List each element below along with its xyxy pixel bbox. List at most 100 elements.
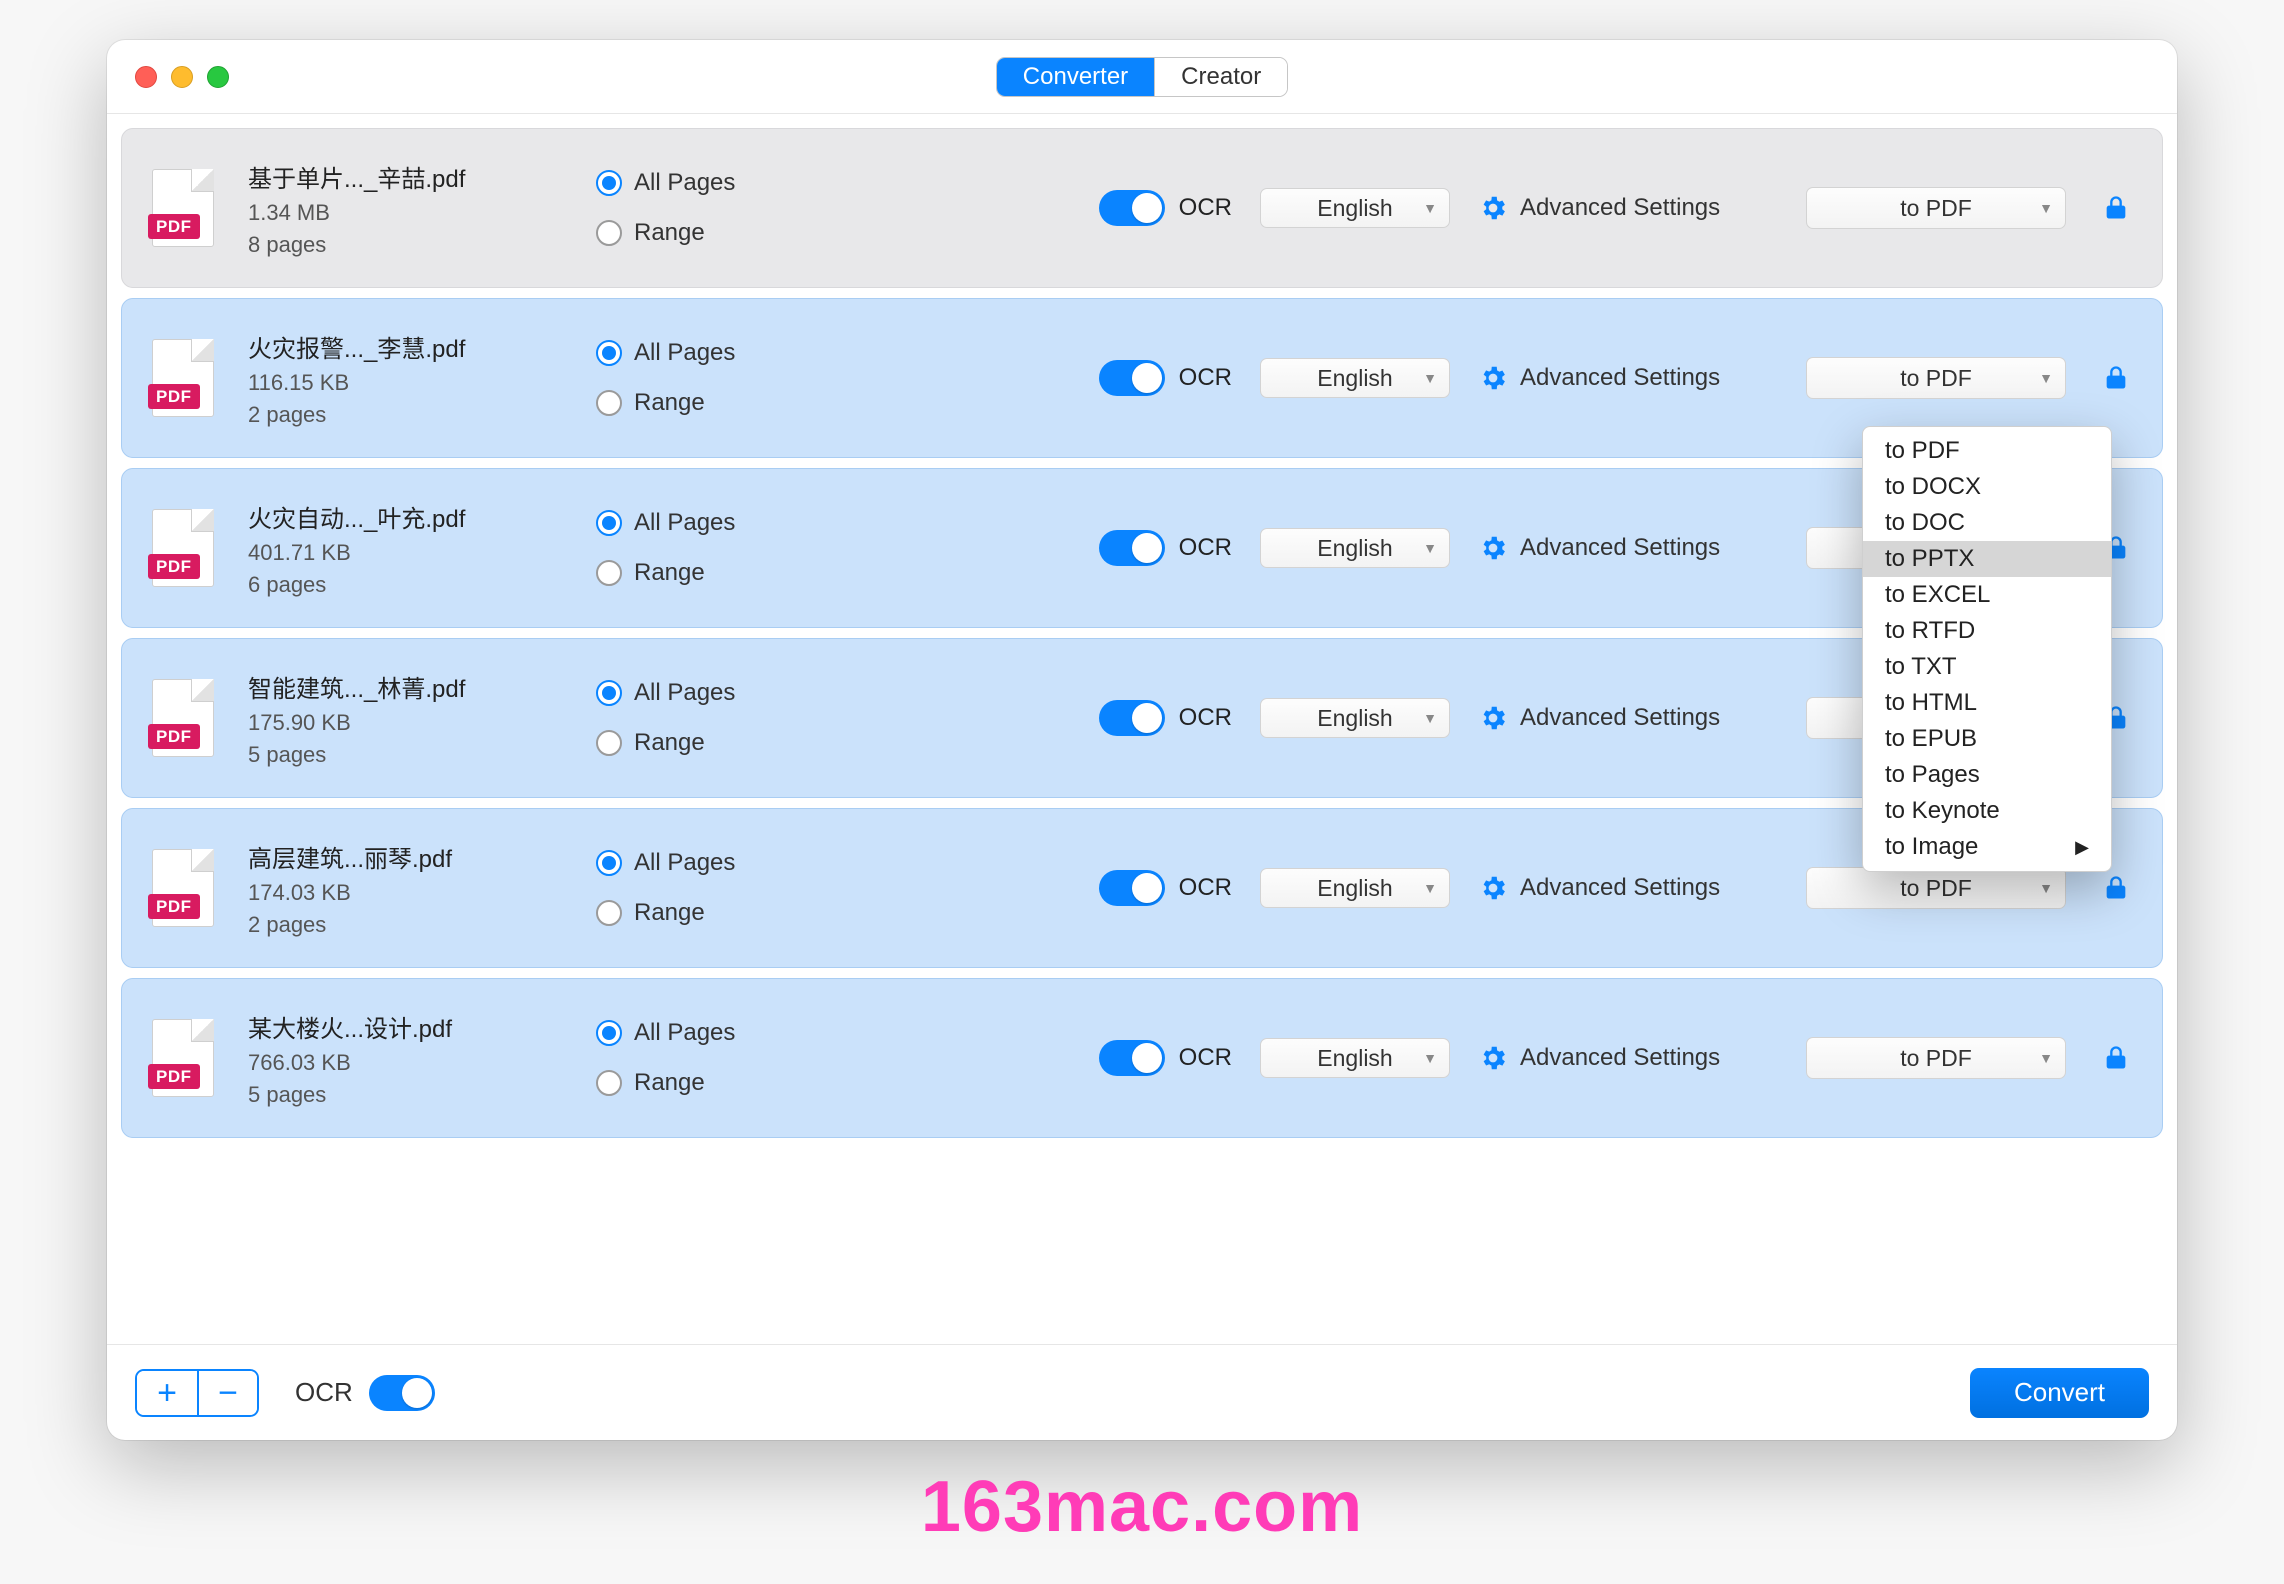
radio-range-label: Range xyxy=(634,559,705,587)
radio-all-pages-label: All Pages xyxy=(634,1019,735,1047)
radio-range[interactable]: Range xyxy=(596,389,826,417)
ocr-label: OCR xyxy=(1179,194,1232,222)
file-meta: 基于单片..._辛喆.pdf 1.34 MB 8 pages xyxy=(248,159,568,258)
format-menu-item[interactable]: to PPTX xyxy=(1863,541,2111,577)
format-menu-item[interactable]: to EPUB xyxy=(1863,721,2111,757)
add-file-button[interactable]: + xyxy=(137,1371,197,1415)
output-format-wrap: to PDF ▼ xyxy=(1806,187,2066,229)
language-select-wrap: English ▼ xyxy=(1260,698,1450,738)
ocr-toggle[interactable] xyxy=(1099,870,1165,906)
radio-range[interactable]: Range xyxy=(596,1069,826,1097)
language-select[interactable]: English ▼ xyxy=(1260,698,1450,738)
file-row[interactable]: PDF 智能建筑..._林菁.pdf 175.90 KB 5 pages All… xyxy=(121,638,2163,798)
advanced-settings[interactable]: Advanced Settings xyxy=(1478,363,1778,393)
file-row[interactable]: PDF 火灾自动..._叶充.pdf 401.71 KB 6 pages All… xyxy=(121,468,2163,628)
advanced-settings[interactable]: Advanced Settings xyxy=(1478,703,1778,733)
tab-converter[interactable]: Converter xyxy=(997,58,1154,96)
output-format-select[interactable]: to PDF ▼ xyxy=(1806,1037,2066,1079)
format-menu-item[interactable]: to Keynote xyxy=(1863,793,2111,829)
remove-file-button[interactable]: − xyxy=(197,1371,257,1415)
radio-all-pages[interactable]: All Pages xyxy=(596,509,826,537)
format-menu-item[interactable]: to DOCX xyxy=(1863,469,2111,505)
footer-ocr-toggle[interactable] xyxy=(369,1375,435,1411)
language-select[interactable]: English ▼ xyxy=(1260,528,1450,568)
chevron-down-icon: ▼ xyxy=(2039,370,2053,386)
ocr-toggle[interactable] xyxy=(1099,530,1165,566)
radio-all-pages[interactable]: All Pages xyxy=(596,679,826,707)
format-menu-item[interactable]: to EXCEL xyxy=(1863,577,2111,613)
chevron-down-icon: ▼ xyxy=(2039,880,2053,896)
file-pages: 5 pages xyxy=(248,742,568,768)
format-menu-item[interactable]: to RTFD xyxy=(1863,613,2111,649)
format-menu-item[interactable]: to Image▶ xyxy=(1863,829,2111,865)
file-name: 高层建筑...丽琴.pdf xyxy=(248,839,568,874)
format-menu-item[interactable]: to PDF xyxy=(1863,433,2111,469)
language-select-wrap: English ▼ xyxy=(1260,188,1450,228)
footer-ocr-label: OCR xyxy=(295,1377,353,1408)
minimize-window-button[interactable] xyxy=(171,66,193,88)
file-size: 175.90 KB xyxy=(248,710,568,736)
language-select[interactable]: English ▼ xyxy=(1260,188,1450,228)
radio-all-pages[interactable]: All Pages xyxy=(596,339,826,367)
file-row[interactable]: PDF 基于单片..._辛喆.pdf 1.34 MB 8 pages All P… xyxy=(121,128,2163,288)
file-type-icon: PDF xyxy=(146,1019,220,1097)
chevron-down-icon: ▼ xyxy=(1423,370,1437,386)
zoom-window-button[interactable] xyxy=(207,66,229,88)
pdf-badge: PDF xyxy=(148,554,200,579)
format-menu-item[interactable]: to DOC xyxy=(1863,505,2111,541)
gear-icon xyxy=(1478,703,1508,733)
file-pages: 6 pages xyxy=(248,572,568,598)
advanced-settings[interactable]: Advanced Settings xyxy=(1478,1043,1778,1073)
advanced-settings[interactable]: Advanced Settings xyxy=(1478,533,1778,563)
file-meta: 某大楼火...设计.pdf 766.03 KB 5 pages xyxy=(248,1009,568,1108)
output-format-wrap: to PDF ▼ xyxy=(1806,867,2066,909)
output-format-select[interactable]: to PDF ▼ xyxy=(1806,357,2066,399)
output-format-select[interactable]: to PDF ▼ xyxy=(1806,187,2066,229)
gear-icon xyxy=(1478,193,1508,223)
lock-icon[interactable] xyxy=(2094,1043,2138,1073)
radio-range[interactable]: Range xyxy=(596,729,826,757)
mode-segmented-control: Converter Creator xyxy=(996,57,1288,97)
language-select[interactable]: English ▼ xyxy=(1260,1038,1450,1078)
page-range-options: All Pages Range xyxy=(596,509,826,587)
output-format-value: to PDF xyxy=(1900,195,1972,222)
radio-range-label: Range xyxy=(634,729,705,757)
convert-button[interactable]: Convert xyxy=(1970,1368,2149,1418)
file-type-icon: PDF xyxy=(146,509,220,587)
page-range-options: All Pages Range xyxy=(596,169,826,247)
file-row[interactable]: PDF 某大楼火...设计.pdf 766.03 KB 5 pages All … xyxy=(121,978,2163,1138)
format-menu-item[interactable]: to HTML xyxy=(1863,685,2111,721)
advanced-settings[interactable]: Advanced Settings xyxy=(1478,873,1778,903)
language-select[interactable]: English ▼ xyxy=(1260,358,1450,398)
ocr-toggle[interactable] xyxy=(1099,360,1165,396)
lock-icon[interactable] xyxy=(2094,363,2138,393)
radio-all-pages[interactable]: All Pages xyxy=(596,849,826,877)
radio-all-pages[interactable]: All Pages xyxy=(596,1019,826,1047)
output-format-select[interactable]: to PDF ▼ xyxy=(1806,867,2066,909)
format-menu-item-label: to Keynote xyxy=(1885,797,2000,825)
ocr-toggle[interactable] xyxy=(1099,700,1165,736)
ocr-toggle[interactable] xyxy=(1099,1040,1165,1076)
close-window-button[interactable] xyxy=(135,66,157,88)
file-pages: 5 pages xyxy=(248,1082,568,1108)
ocr-label: OCR xyxy=(1179,534,1232,562)
format-menu-item[interactable]: to Pages xyxy=(1863,757,2111,793)
file-row[interactable]: PDF 高层建筑...丽琴.pdf 174.03 KB 2 pages All … xyxy=(121,808,2163,968)
lock-icon[interactable] xyxy=(2094,873,2138,903)
file-row[interactable]: PDF 火灾报警..._李慧.pdf 116.15 KB 2 pages All… xyxy=(121,298,2163,458)
format-menu-item[interactable]: to TXT xyxy=(1863,649,2111,685)
language-select[interactable]: English ▼ xyxy=(1260,868,1450,908)
radio-all-pages[interactable]: All Pages xyxy=(596,169,826,197)
ocr-toggle[interactable] xyxy=(1099,190,1165,226)
radio-range[interactable]: Range xyxy=(596,899,826,927)
format-menu-item-label: to EPUB xyxy=(1885,725,1977,753)
format-menu-item-label: to HTML xyxy=(1885,689,1977,717)
window-controls xyxy=(135,66,229,88)
lock-icon[interactable] xyxy=(2094,193,2138,223)
ocr-label: OCR xyxy=(1179,1044,1232,1072)
tab-creator[interactable]: Creator xyxy=(1154,58,1287,96)
radio-all-pages-label: All Pages xyxy=(634,509,735,537)
radio-range[interactable]: Range xyxy=(596,559,826,587)
advanced-settings[interactable]: Advanced Settings xyxy=(1478,193,1778,223)
radio-range[interactable]: Range xyxy=(596,219,826,247)
